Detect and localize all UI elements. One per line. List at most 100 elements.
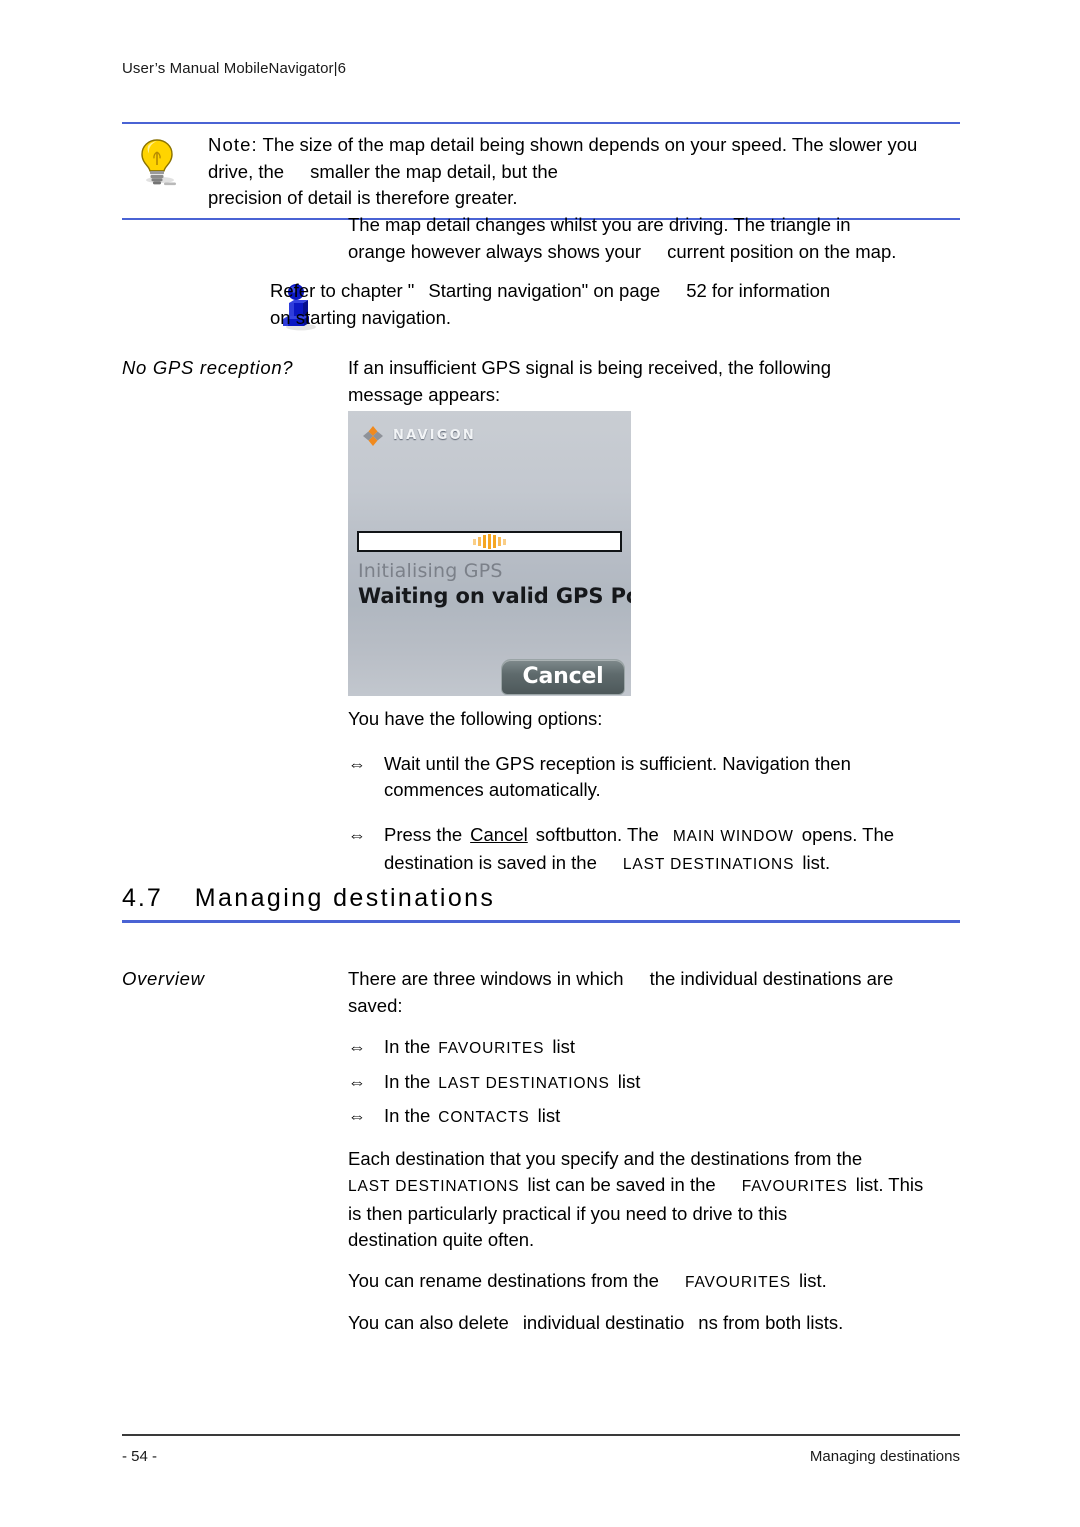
note-label: Note: xyxy=(208,134,258,155)
main-window-name: Main Window xyxy=(672,827,794,845)
map-detail-line1: The map detail changes whilst you are dr… xyxy=(348,214,851,235)
last-destinations-name: Last Destinations xyxy=(348,1178,520,1195)
gps-gutter: No GPS reception? xyxy=(122,355,348,382)
para3-b: individual destinatio xyxy=(522,1312,685,1333)
option-cancel-seg4: destination is saved in the xyxy=(384,852,597,873)
note-box: Note: The size of the map detail being s… xyxy=(122,122,960,220)
list-favourites-suffix: list xyxy=(552,1036,575,1057)
option-wait-line2: commences automatically. xyxy=(384,779,601,800)
options-block: You have the following options: ⇔ Wait u… xyxy=(122,706,960,879)
bullet-arrow-icon: ⇔ xyxy=(348,1071,366,1092)
para1-line4: destination quite often. xyxy=(348,1229,535,1250)
bullet-arrow-icon: ⇔ xyxy=(348,1037,366,1057)
option-cancel-seg1: Press the xyxy=(384,823,463,845)
option-cancel-seg3: opens. The xyxy=(801,823,895,845)
para3-c: ns from both lists. xyxy=(698,1312,844,1333)
bullet-arrow-icon: ⇔ xyxy=(348,824,366,845)
para1-line3: is then particularly practical if you ne… xyxy=(348,1202,788,1224)
bullet-arrow-icon: ⇔ xyxy=(348,753,366,774)
running-header: User’s Manual MobileNavigator|6 xyxy=(122,60,347,77)
refer-line1c: 52 for information xyxy=(686,280,831,301)
gps-progress-bar xyxy=(357,531,622,552)
contacts-name: Contacts xyxy=(438,1109,530,1126)
note-body-3: precision of detail is therefore greater… xyxy=(208,187,518,208)
overview-paragraph-saving: Each destination that you specify and th… xyxy=(348,1146,960,1254)
list-item-favourites: ⇔ In the Favourites list xyxy=(348,1034,960,1063)
note-icon-cell xyxy=(122,132,208,188)
map-detail-line2a: orange however always shows your xyxy=(348,240,642,262)
para1-line2b: list. This xyxy=(855,1174,924,1195)
overview-gutter: Overview xyxy=(122,966,348,993)
section-number: 4.7 xyxy=(122,884,163,912)
overview-intro-c: saved: xyxy=(348,994,403,1016)
option-cancel-text: Press the Cancel softbutton. The Main Windo… xyxy=(384,822,960,879)
refer-line1a: Refer to chapter " xyxy=(270,280,415,301)
footer-page-number: - 54 - xyxy=(122,1448,158,1465)
map-detail-text: The map detail changes whilst you are dr… xyxy=(348,212,960,265)
refer-line1b: Starting navigation" on page xyxy=(428,280,661,301)
cancel-button[interactable]: Cancel xyxy=(501,659,625,695)
overview-intro-b: the individual destinations are xyxy=(649,968,894,989)
lightbulb-icon xyxy=(130,132,186,188)
document-page: User’s Manual MobileNavigator|6 Note: Th… xyxy=(0,0,1080,1527)
section-heading: 4.7 Managing destinations xyxy=(122,884,960,923)
navigon-logo: NAVIGON xyxy=(362,423,476,450)
gps-reception-block: No GPS reception? If an insufficient GPS… xyxy=(122,355,960,408)
section-title: Managing destinations xyxy=(194,884,496,912)
gps-reception-text: If an insufficient GPS signal is being r… xyxy=(348,355,960,408)
para3-a: You can also delete xyxy=(348,1312,509,1333)
gutter-label-no-gps-reception: No GPS reception? xyxy=(122,357,294,378)
overview-paragraph-delete: You can also delete individual destinatio… xyxy=(348,1310,960,1337)
favourites-name: Favourites xyxy=(684,1273,791,1291)
option-wait-text: Wait until the GPS reception is sufficie… xyxy=(384,751,960,804)
favourites-name: Favourites xyxy=(741,1178,848,1195)
option-cancel-seg2: softbutton. The xyxy=(535,823,659,845)
map-detail-block: The map detail changes whilst you are dr… xyxy=(122,212,960,265)
overview-paragraph-rename: You can rename destinations from the Favo… xyxy=(348,1268,960,1297)
note-block: Note: The size of the map detail being s… xyxy=(122,122,960,220)
para2-a: You can rename destinations from the xyxy=(348,1269,659,1291)
note-body-2: smaller the map detail, but the xyxy=(310,160,558,182)
list-contacts-prefix: In the xyxy=(384,1105,431,1126)
navigon-wordmark: NAVIGON xyxy=(393,428,476,443)
para2-b: list. xyxy=(798,1269,827,1291)
para1-line1: Each destination that you specify and th… xyxy=(348,1147,863,1169)
overview-col: There are three windows in which the indi… xyxy=(348,966,960,1337)
favourites-name: Favourites xyxy=(438,1040,545,1057)
option-item-cancel: ⇔ Press the Cancel softbutton. The Main Win… xyxy=(348,822,960,879)
overview-intro-a: There are three windows in which xyxy=(348,968,624,989)
refer-icon-cell xyxy=(122,278,316,334)
note-text: Note: The size of the map detail being s… xyxy=(208,132,960,212)
option-item-wait: ⇔ Wait until the GPS reception is suffic… xyxy=(348,751,960,804)
para1-line2a: list can be saved in the xyxy=(527,1174,716,1195)
gps-line1: If an insufficient GPS signal is being r… xyxy=(348,357,831,378)
bullet-arrow-icon: ⇔ xyxy=(348,1106,366,1126)
last-destinations-name: Last Destinations xyxy=(622,856,795,873)
last-destinations-name: Last Destinations xyxy=(438,1074,610,1092)
status-initialising: Initialising GPS xyxy=(358,560,503,582)
overview-intro: There are three windows in which the indi… xyxy=(348,966,960,1019)
refer-text: Refer to chapter " Starting navigation" o… xyxy=(270,278,960,331)
navigon-compass-icon xyxy=(362,425,384,447)
status-waiting: Waiting on valid GPS Position xyxy=(358,584,631,608)
refer-block: Refer to chapter " Starting navigation" o… xyxy=(122,278,960,334)
figure-block: NAVIGON Initialising GPS Waiting on vali… xyxy=(122,411,960,696)
list-contacts-suffix: list xyxy=(537,1105,561,1126)
option-cancel-seg5: list. xyxy=(802,852,831,873)
options-col: You have the following options: ⇔ Wait u… xyxy=(348,706,960,879)
list-item-last-destinations: ⇔ In the Last Destinations list xyxy=(348,1069,960,1098)
refer-line2: on starting navigation. xyxy=(270,306,452,328)
map-detail-line2b: current position on the map. xyxy=(667,240,897,262)
navigon-splash-screenshot: NAVIGON Initialising GPS Waiting on vali… xyxy=(348,411,631,696)
option-wait-line1: Wait until the GPS reception is sufficie… xyxy=(384,752,851,774)
cancel-softbutton-reference[interactable]: Cancel xyxy=(470,824,528,845)
overview-block: Overview There are three windows in whic… xyxy=(122,966,960,1337)
options-intro: You have the following options: xyxy=(348,708,603,729)
gps-line2: message appears: xyxy=(348,383,501,405)
list-favourites-prefix: In the xyxy=(384,1036,431,1057)
cancel-button-label: Cancel xyxy=(522,663,604,689)
page-footer: - 54 - Managing destinations xyxy=(122,1434,960,1465)
figure-col: NAVIGON Initialising GPS Waiting on vali… xyxy=(348,411,960,696)
progress-indeterminate-pips xyxy=(473,534,506,549)
list-last-dest-prefix: In the xyxy=(384,1070,431,1092)
